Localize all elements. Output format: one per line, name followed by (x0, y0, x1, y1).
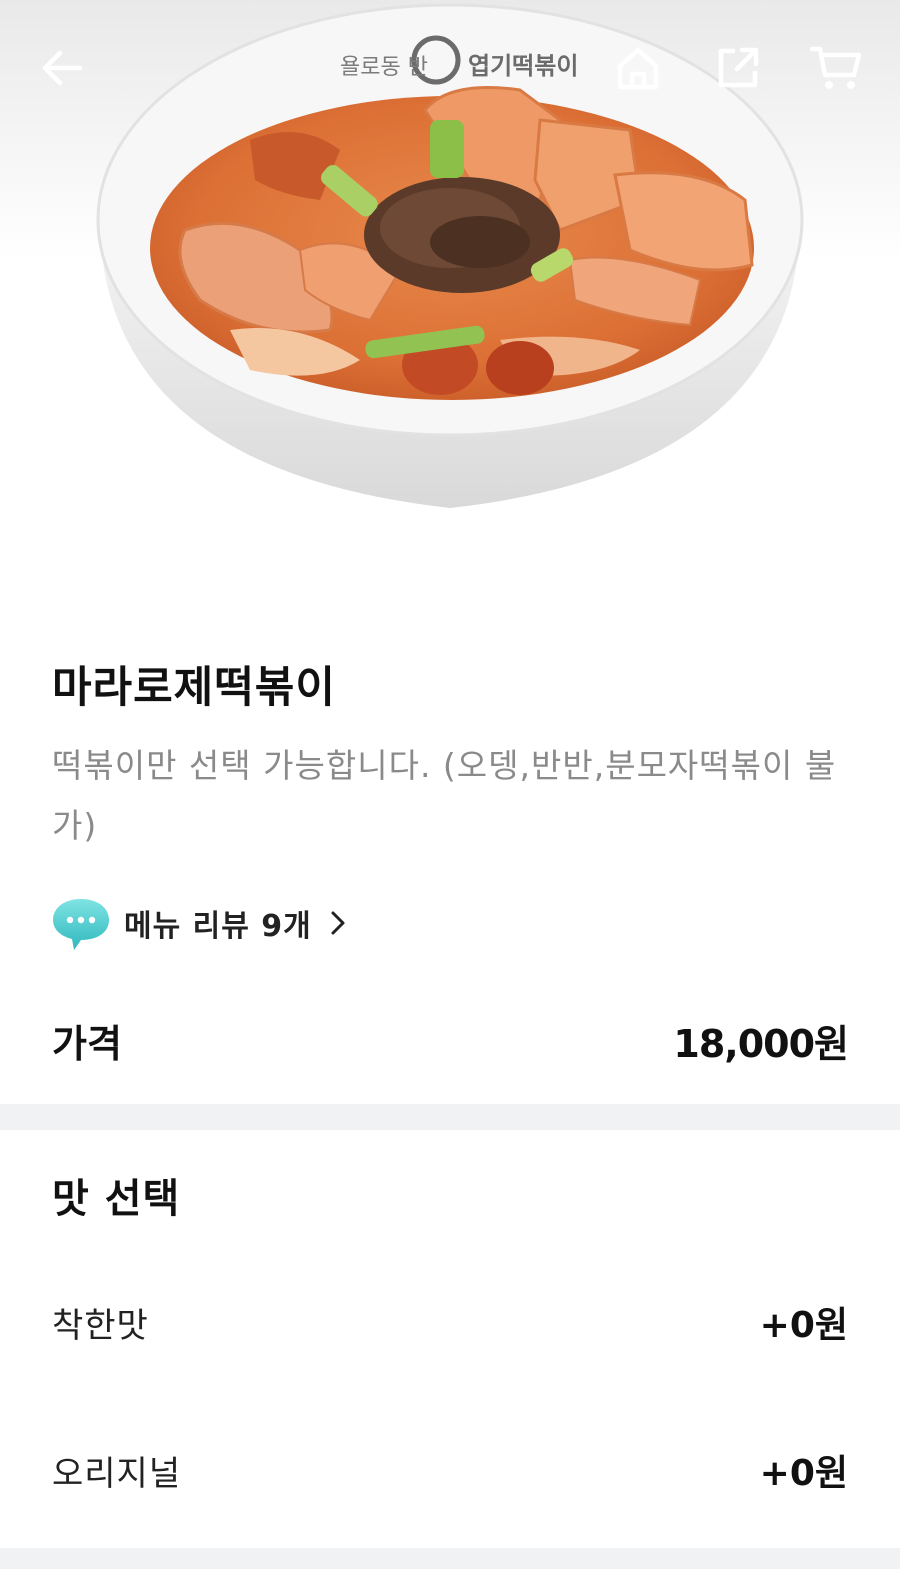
share-icon (718, 47, 759, 88)
menu-description: 떡볶이만 선택 가능합니다. (오뎅,반반,분모자떡볶이 불가) (52, 746, 837, 845)
cart-icon (810, 46, 862, 89)
taste-option-name: 착한맛 (52, 1305, 149, 1346)
share-button[interactable] (706, 36, 770, 100)
chevron-right-icon (331, 911, 345, 935)
taste-option-name: 오리지널 (52, 1453, 182, 1494)
price-row: 가격 18,000원 (52, 1010, 849, 1070)
menu-hero-image: 욜로동 반 엽기떡볶이 (0, 0, 900, 600)
taste-section-title: 맛 선택 (52, 1176, 181, 1222)
price-value: 18,000원 (673, 1021, 849, 1066)
home-icon (617, 47, 659, 90)
chat-bubble-icon (53, 899, 109, 950)
top-navigation-bar (0, 0, 900, 140)
price-label: 가격 (52, 1021, 122, 1066)
menu-review-link[interactable]: 메뉴 리뷰 9개 (50, 893, 346, 953)
bottom-divider (0, 1548, 900, 1569)
cart-button[interactable] (804, 36, 868, 100)
taste-option-price: +0원 (759, 1305, 848, 1346)
taste-option[interactable]: 착한맛 +0원 (52, 1292, 848, 1352)
section-divider (0, 1104, 900, 1130)
back-button[interactable] (30, 36, 94, 100)
home-button[interactable] (606, 36, 670, 100)
taste-option-price: +0원 (759, 1453, 848, 1494)
menu-title: 마라로제떡볶이 (52, 663, 336, 713)
taste-option[interactable]: 오리지널 +0원 (52, 1440, 848, 1500)
back-arrow-icon (42, 50, 83, 86)
menu-review-label: 메뉴 리뷰 9개 (124, 909, 312, 944)
